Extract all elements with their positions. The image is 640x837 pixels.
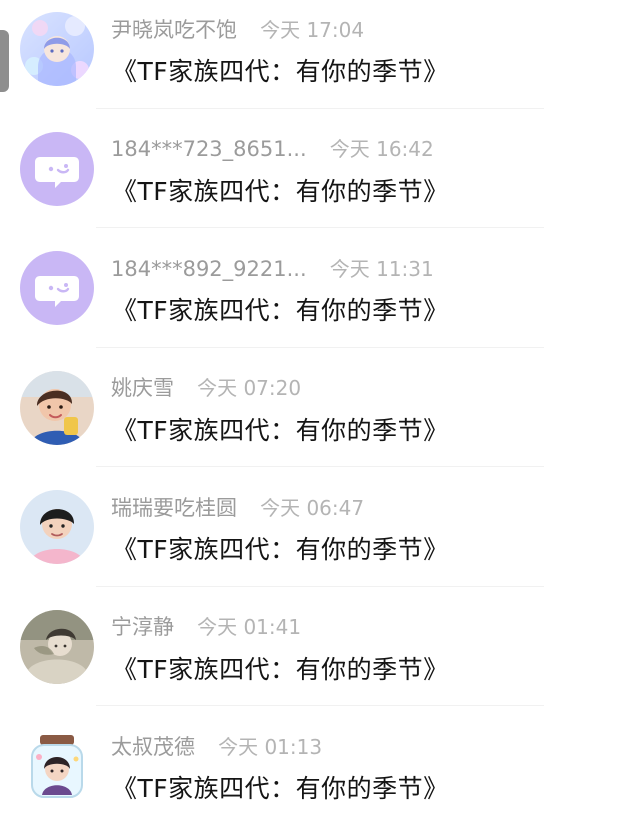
avatar[interactable] xyxy=(20,12,94,86)
comment-text: 《TF家族四代：有你的季节》 xyxy=(112,535,449,564)
avatar[interactable] xyxy=(20,490,94,564)
comment-meta: 184***892_9221... 今天 11:31 xyxy=(111,253,434,283)
comment-meta: 尹晓岚吃不饱 今天 17:04 xyxy=(111,14,364,44)
default-chat-bubble-avatar-icon xyxy=(20,131,94,206)
user-name[interactable]: 184***892_9221... xyxy=(111,254,307,284)
comment-text: 《TF家族四代：有你的季节》 xyxy=(112,774,449,803)
avatar[interactable] xyxy=(20,131,94,206)
divider xyxy=(96,107,544,109)
girl-photo-avatar-icon xyxy=(20,370,94,445)
comment-list: 尹晓岚吃不饱 今天 17:04 《TF家族四代：有你的季节》 184***723… xyxy=(0,0,640,837)
timestamp: 今天 16:42 xyxy=(329,137,434,161)
comment-text: 《TF家族四代：有你的季节》 xyxy=(112,176,449,206)
timestamp: 今天 01:13 xyxy=(218,734,323,759)
avatar[interactable] xyxy=(20,609,94,684)
user-name[interactable]: 瑞瑞要吃桂圆 xyxy=(111,493,237,523)
default-chat-bubble-avatar-icon xyxy=(20,251,94,325)
user-name[interactable]: 姚庆雪 xyxy=(111,373,174,403)
comment-text: 《TF家族四代：有你的季节》 xyxy=(112,57,449,86)
divider xyxy=(96,585,544,587)
comment-meta: 宁淳静 今天 01:41 xyxy=(111,612,301,642)
user-name[interactable]: 尹晓岚吃不饱 xyxy=(111,15,237,45)
divider xyxy=(96,466,544,467)
user-name[interactable]: 宁淳静 xyxy=(111,612,174,642)
comment-meta: 太叔茂德 今天 01:13 xyxy=(111,731,322,761)
timestamp: 今天 06:47 xyxy=(260,495,365,520)
timestamp: 今天 01:41 xyxy=(197,615,302,639)
divider xyxy=(96,346,544,348)
user-name[interactable]: 184***723_8651... xyxy=(111,134,307,164)
avatar[interactable] xyxy=(20,370,94,445)
avatar[interactable] xyxy=(20,251,94,325)
comment-item[interactable]: 184***723_8651... 今天 16:42 《TF家族四代：有你的季节… xyxy=(0,120,640,240)
comment-meta: 姚庆雪 今天 07:20 xyxy=(111,373,301,403)
user-name[interactable]: 太叔茂德 xyxy=(111,732,195,762)
avatar[interactable] xyxy=(20,729,94,803)
comment-item[interactable]: 瑞瑞要吃桂圆 今天 06:47 《TF家族四代：有你的季节》 xyxy=(0,478,640,598)
comment-item[interactable]: 宁淳静 今天 01:41 《TF家族四代：有你的季节》 xyxy=(0,598,640,718)
girl-photo-avatar-icon xyxy=(20,12,94,86)
divider xyxy=(96,705,544,706)
boy-photo-avatar-icon xyxy=(20,490,94,564)
comment-item[interactable]: 184***892_9221... 今天 11:31 《TF家族四代：有你的季节… xyxy=(0,239,640,359)
comment-meta: 184***723_8651... 今天 16:42 xyxy=(111,134,434,164)
comment-text: 《TF家族四代：有你的季节》 xyxy=(112,296,449,325)
divider xyxy=(96,227,544,228)
timestamp: 今天 11:31 xyxy=(329,256,434,281)
comment-text: 《TF家族四代：有你的季节》 xyxy=(112,415,449,445)
jar-illustration-avatar-icon xyxy=(20,729,94,803)
comment-text: 《TF家族四代：有你的季节》 xyxy=(112,654,449,684)
comment-meta: 瑞瑞要吃桂圆 今天 06:47 xyxy=(111,492,364,522)
comment-item[interactable]: 尹晓岚吃不饱 今天 17:04 《TF家族四代：有你的季节》 xyxy=(0,0,640,120)
timestamp: 今天 07:20 xyxy=(197,376,302,400)
timestamp: 今天 17:04 xyxy=(260,17,365,42)
vintage-photo-avatar-icon xyxy=(20,609,94,684)
comment-item[interactable]: 姚庆雪 今天 07:20 《TF家族四代：有你的季节》 xyxy=(0,359,640,479)
